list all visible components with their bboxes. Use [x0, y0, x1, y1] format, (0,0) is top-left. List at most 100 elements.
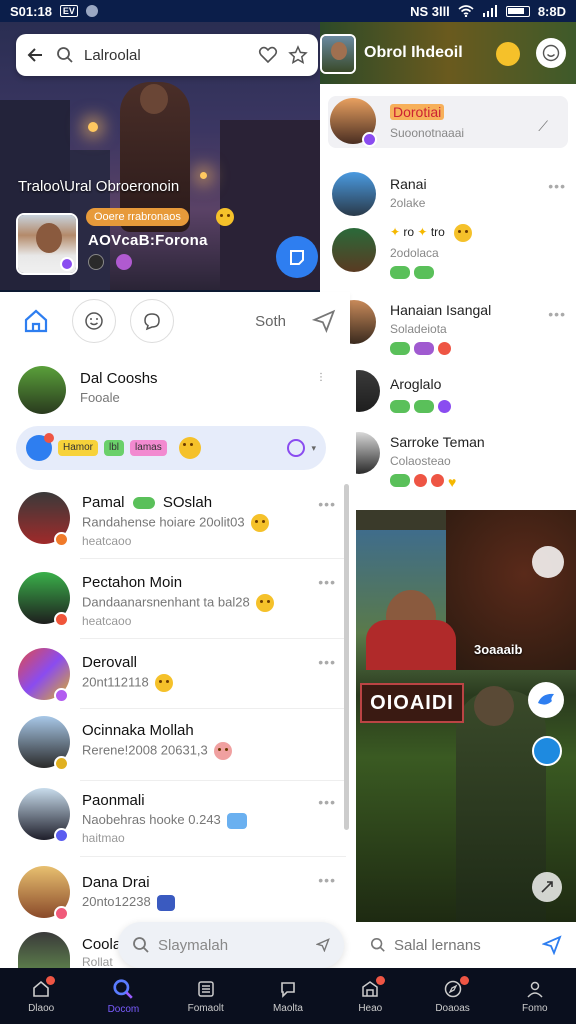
game-emoji-button[interactable] [532, 546, 564, 578]
chip-bar-app-icon[interactable] [26, 433, 54, 461]
list-item[interactable]: Coola Rollat [0, 930, 121, 969]
back-arrow-icon[interactable] [26, 45, 46, 65]
contact-tag-icon [132, 497, 155, 510]
right-list-row[interactable]: Aroglalo [320, 368, 576, 418]
list-item[interactable]: Dal Cooshs Fooale ⋮ [0, 362, 346, 418]
right-list-row[interactable]: Ranai 2olake ••• [320, 170, 576, 220]
send-icon[interactable] [316, 938, 330, 952]
right-list-row[interactable]: Sarroke Teman Colaosteao ♥ [320, 430, 576, 490]
floating-search-input[interactable]: Slaymalah [158, 937, 308, 954]
status-right-text: NS 3lll [410, 3, 450, 19]
right-row-name: Hanaian Isangal [390, 302, 492, 318]
nav-item-home[interactable]: Dlaoo [0, 968, 82, 1024]
smile-icon [85, 312, 103, 330]
right-search-input[interactable]: Salal lernans [394, 937, 534, 954]
nav-item-search[interactable]: Docom [82, 968, 164, 1024]
profile-icon [527, 981, 543, 998]
list-icon [197, 980, 214, 997]
filter-chip[interactable]: lbl [104, 440, 125, 456]
game-share-button[interactable] [528, 682, 564, 718]
right-row-emoji-text: tro [430, 225, 445, 240]
more-dots-icon[interactable]: ••• [318, 654, 336, 670]
chat-icon [281, 981, 295, 998]
contact-name: Dal Cooshs [80, 370, 158, 387]
game-avatar[interactable] [532, 736, 562, 766]
contact-name: Pectahon Moin [82, 574, 183, 591]
chevron-down-icon[interactable]: ▾ [311, 443, 316, 454]
contact-preview: Rollat [82, 955, 113, 969]
tab-sort-label[interactable]: Soth [255, 313, 286, 330]
nav-item-chat[interactable]: Maolta [247, 968, 329, 1024]
bottom-nav: Dlaoo Docom Fomaolt Maolta Heao Doaoas F… [0, 968, 576, 1024]
contact-status-badge [54, 532, 69, 547]
send-icon[interactable] [312, 309, 336, 333]
right-row-name: Aroglalo [390, 376, 442, 392]
smile-emoji-icon [216, 208, 234, 226]
send-icon[interactable] [542, 935, 562, 955]
contact-preview: 20nt112118 [82, 674, 149, 690]
expand-icon [541, 881, 553, 893]
music-icon [156, 894, 175, 911]
floating-search-bar[interactable]: Slaymalah [118, 922, 344, 968]
nav-item-compass[interactable]: Doaoas [411, 968, 493, 1024]
wifi-icon [458, 5, 474, 17]
pin-icon[interactable]: ⟋ [538, 118, 548, 135]
smile-icon [542, 44, 560, 62]
game-banner: OIOAIDI [360, 683, 464, 723]
nav-item-inbox[interactable]: Heao [329, 968, 411, 1024]
tab-emoji[interactable] [72, 299, 116, 343]
list-item[interactable]: Pamal SOslah Randahense hoiare 20olit03 … [0, 488, 346, 556]
right-row-avatar [332, 228, 376, 272]
heart-icon[interactable] [258, 45, 278, 65]
tab-home[interactable] [14, 299, 58, 343]
star-icon[interactable] [288, 45, 308, 65]
contact-preview: Dandaanarsnenhant ta bal28 [82, 594, 250, 610]
list-item[interactable]: Pectahon Moin Dandaanarsnenhant ta bal28… [0, 566, 346, 636]
right-header-avatar[interactable] [320, 34, 356, 74]
bell-icon[interactable] [496, 42, 520, 66]
right-search-bar[interactable]: Salal lernans [356, 922, 576, 968]
more-dots-icon[interactable]: ••• [318, 496, 336, 512]
status-ring-icon[interactable] [287, 439, 306, 457]
contact-name: Paonmali [82, 792, 145, 809]
sparkle-icon: ✦ [390, 225, 401, 240]
more-dots-icon[interactable]: ••• [548, 306, 566, 322]
hero-avatar[interactable] [16, 213, 78, 275]
contact-tag: SOslah [162, 494, 213, 511]
right-row-sub: Suoonotnaaai [390, 126, 465, 140]
list-item[interactable]: Paonmali Naobehras hooke 0.243 haitmao •… [0, 786, 346, 856]
scrollbar[interactable] [344, 484, 349, 830]
filter-chip[interactable]: lamas [130, 440, 167, 456]
more-dots-icon[interactable]: ••• [318, 794, 336, 810]
nav-label: Dlaoo [28, 1002, 55, 1014]
search-input[interactable]: Lalroolal [84, 47, 248, 64]
right-row-badge [362, 132, 377, 147]
more-dots-icon[interactable]: ••• [548, 178, 566, 194]
filter-chip[interactable]: Hamor [58, 440, 99, 456]
status-time: 8:8D [537, 3, 566, 19]
list-item[interactable]: Dana Drai 20nto12238 ••• [0, 864, 346, 922]
right-row-name: Ranai [390, 176, 427, 192]
hero-action-button[interactable] [276, 236, 318, 278]
contact-name: Derovall [82, 654, 138, 671]
more-dots-icon[interactable]: ••• [318, 574, 336, 590]
right-list-row[interactable]: Dorotiai Suoonotnaaai ⟋ [320, 96, 576, 152]
filter-chip-bar[interactable]: Hamor lbl lamas ▾ [16, 426, 326, 470]
contact-preview-2: heatcaoo [82, 534, 132, 548]
game-expand-button[interactable] [532, 872, 562, 902]
more-dots-icon[interactable]: ⋮ [316, 372, 326, 383]
hero-mini-avatar-icon [88, 254, 104, 270]
right-list-row[interactable]: ✦ ro ✦ tro 2odolaca [320, 222, 576, 282]
list-item[interactable]: Derovall 20nt112118 ••• [0, 646, 346, 708]
list-item[interactable]: Ocinnaka Mollah Rerene!2008 20631,3 [0, 714, 346, 780]
chat-list-rows: Pamal SOslah Randahense hoiare 20olit03 … [0, 484, 346, 924]
search-bar[interactable]: Lalroolal [16, 34, 318, 76]
right-list-row[interactable]: Hanaian Isangal Soladeiota ••• [320, 298, 576, 358]
game-score: 3oaaaib [474, 642, 523, 657]
contact-preview: Naobehras hooke 0.243 [82, 812, 221, 827]
nav-item-profile[interactable]: Fomo [494, 968, 576, 1024]
more-dots-icon[interactable]: ••• [318, 872, 336, 888]
nav-item-list[interactable]: Fomaolt [165, 968, 247, 1024]
right-header-smile-button[interactable] [536, 38, 566, 68]
tab-chat[interactable] [130, 299, 174, 343]
